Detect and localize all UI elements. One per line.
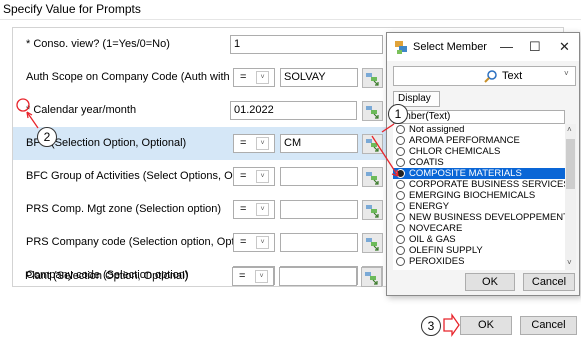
annotation-arrow [371,135,399,177]
callout-2: 2 [37,127,57,147]
callout-3: 3 [421,316,441,336]
callout-1: 1 [388,104,408,124]
annotation-overlay [16,98,460,338]
annotation-block-arrow [443,312,460,338]
annotation-arrow [381,123,395,133]
annotation-arrow [26,111,39,129]
annotation-circle [16,98,30,112]
